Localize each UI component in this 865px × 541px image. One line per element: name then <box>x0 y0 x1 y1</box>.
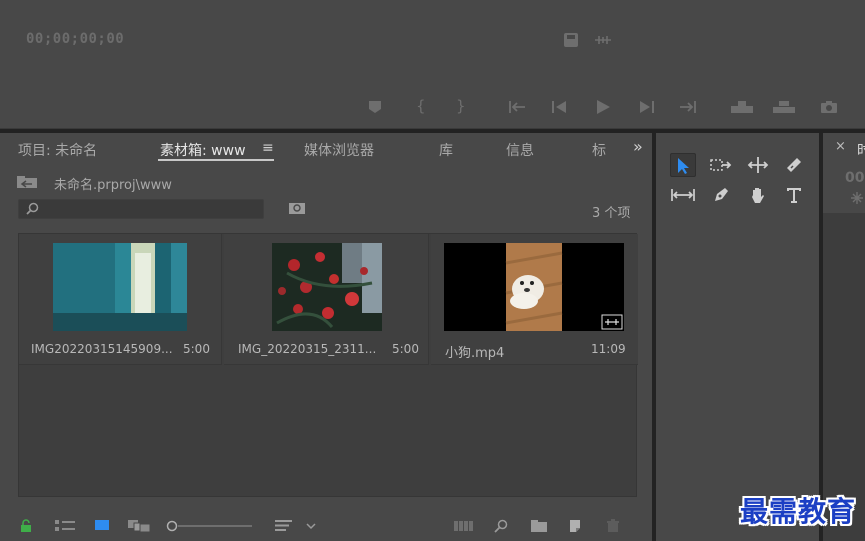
panel-tab-fragment[interactable]: 时 <box>857 140 865 160</box>
tab-markers[interactable]: 标 <box>592 140 606 160</box>
bin-path: 未命名.prproj\www <box>54 178 172 193</box>
project-bottom-toolbar <box>0 511 652 541</box>
project-panel: 项目: 未命名 素材箱: www ≡ 媒体浏览器 库 信息 标 » 未命名.pr… <box>0 133 652 541</box>
tab-info[interactable]: 信息 <box>506 140 534 160</box>
step-back-icon[interactable] <box>551 100 567 117</box>
export-frame-icon[interactable] <box>563 32 579 51</box>
mark-in-icon[interactable]: { <box>416 99 426 114</box>
bin-content: IMG20220315145909... 5:00 IMG_20220315_2… <box>18 233 638 497</box>
slip-tool-icon[interactable] <box>670 183 696 207</box>
track-select-tool-icon[interactable] <box>708 153 734 177</box>
media-item-duration: 11:09 <box>591 342 626 356</box>
type-tool-icon[interactable] <box>781 183 807 207</box>
chevron-down-icon[interactable] <box>306 520 316 533</box>
tab-menu-icon[interactable]: ≡ <box>262 140 274 156</box>
media-item[interactable]: 小狗.mp4 11:09 <box>431 234 638 365</box>
razor-tool-icon[interactable] <box>781 153 807 177</box>
search-icon <box>26 202 39 219</box>
ripple-edit-tool-icon[interactable] <box>745 153 771 177</box>
play-icon[interactable] <box>595 99 611 118</box>
close-panel-icon[interactable]: × <box>835 139 846 154</box>
media-item-name: 小狗.mp4 <box>445 346 505 361</box>
tab-bin[interactable]: 素材箱: www <box>160 140 246 160</box>
zoom-slider[interactable] <box>166 520 254 535</box>
go-to-in-icon[interactable] <box>508 100 526 117</box>
program-monitor: 00;00;00;00 { } <box>0 0 865 129</box>
find-icon[interactable] <box>288 202 306 219</box>
sort-icon[interactable] <box>274 519 294 535</box>
new-bin-icon[interactable] <box>530 519 548 536</box>
panel-tabs: 项目: 未命名 素材箱: www ≡ 媒体浏览器 库 信息 标 » <box>0 133 652 163</box>
timecode-fragment: 00 <box>845 170 865 186</box>
tab-project[interactable]: 项目: 未命名 <box>18 140 97 160</box>
icon-view-icon[interactable] <box>94 519 110 535</box>
media-thumbnail <box>272 243 382 331</box>
lock-icon[interactable] <box>20 519 32 536</box>
overwrite-icon[interactable] <box>772 100 796 117</box>
hand-tool-icon[interactable] <box>745 183 771 207</box>
media-item[interactable]: IMG_20220315_2311... 5:00 <box>224 234 429 365</box>
playhead-timecode[interactable]: 00;00;00;00 <box>26 31 124 47</box>
media-item-name: IMG20220315145909... <box>31 342 173 356</box>
media-item-name: IMG_20220315_2311... <box>238 342 377 356</box>
media-thumbnail <box>444 243 624 331</box>
insert-icon[interactable] <box>730 100 754 117</box>
media-item-duration: 5:00 <box>183 342 210 356</box>
media-item[interactable]: IMG20220315145909... 5:00 <box>19 234 222 365</box>
tab-libraries[interactable]: 库 <box>439 140 453 160</box>
trash-icon[interactable] <box>606 519 620 536</box>
tabs-overflow-icon[interactable]: » <box>633 137 643 156</box>
pen-tool-icon[interactable] <box>708 183 734 207</box>
automate-to-sequence-icon[interactable] <box>454 521 474 534</box>
step-forward-icon[interactable] <box>639 100 655 117</box>
folder-up-icon[interactable] <box>16 175 38 193</box>
audio-scrub-icon[interactable] <box>594 34 612 49</box>
selection-tool-icon[interactable] <box>670 153 696 177</box>
tools-panel <box>656 133 819 541</box>
mark-out-icon[interactable]: } <box>456 99 466 114</box>
new-item-icon[interactable] <box>568 519 582 536</box>
find-icon[interactable] <box>494 519 508 536</box>
list-view-icon[interactable] <box>54 519 76 535</box>
freeform-view-icon[interactable] <box>127 519 151 536</box>
go-to-out-icon[interactable] <box>679 100 697 117</box>
add-marker-icon[interactable] <box>368 100 382 117</box>
media-item-duration: 5:00 <box>392 342 419 356</box>
tab-media-browser[interactable]: 媒体浏览器 <box>304 140 374 160</box>
search-input[interactable] <box>18 199 264 219</box>
watermark-logo: 最需教育 <box>740 495 857 528</box>
active-tab-indicator <box>158 159 274 161</box>
effect-controls-panel: × 时 00 <box>823 133 865 541</box>
media-thumbnail <box>53 243 187 331</box>
camera-icon[interactable] <box>820 100 838 117</box>
item-count: 3 个项 <box>592 206 631 221</box>
settings-icon[interactable] <box>850 191 864 209</box>
